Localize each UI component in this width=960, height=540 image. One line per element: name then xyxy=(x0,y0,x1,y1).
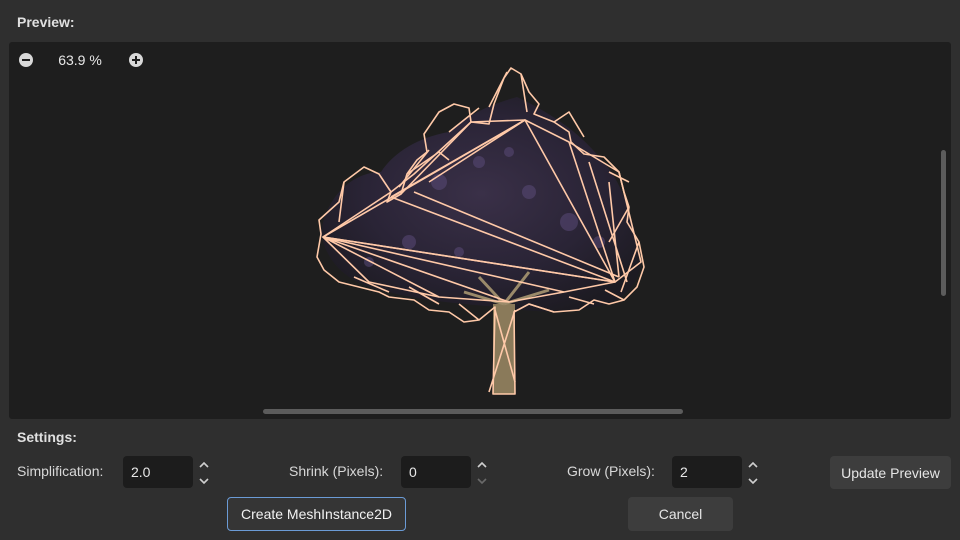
shrink-input[interactable]: 0 xyxy=(401,456,471,488)
update-preview-button[interactable]: Update Preview xyxy=(830,456,951,489)
simplification-label: Simplification: xyxy=(17,463,104,479)
create-meshinstance2d-button[interactable]: Create MeshInstance2D xyxy=(227,497,406,531)
shrink-spin-arrows-icon[interactable] xyxy=(475,458,489,488)
tree-image xyxy=(321,97,641,394)
grow-label: Grow (Pixels): xyxy=(567,463,655,479)
simplification-input[interactable]: 2.0 xyxy=(123,456,193,488)
grow-spin-arrows-icon[interactable] xyxy=(746,458,760,488)
vertical-scrollbar[interactable] xyxy=(941,150,946,296)
grow-input[interactable]: 2 xyxy=(672,456,742,488)
sprite-preview xyxy=(316,67,645,395)
preview-panel: 63.9 % xyxy=(9,42,951,419)
cancel-button[interactable]: Cancel xyxy=(628,497,733,531)
shrink-label: Shrink (Pixels): xyxy=(289,463,384,479)
preview-title: Preview: xyxy=(17,14,75,30)
settings-title: Settings: xyxy=(17,429,77,445)
horizontal-scrollbar[interactable] xyxy=(263,409,683,414)
simplification-spin-arrows-icon[interactable] xyxy=(197,458,211,488)
